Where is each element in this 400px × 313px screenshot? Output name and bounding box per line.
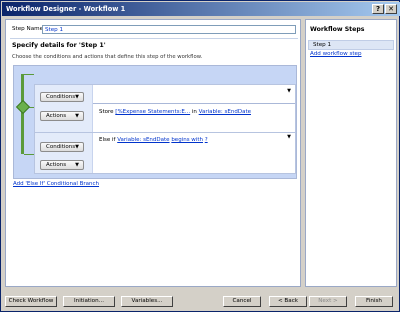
check-workflow-button[interactable]: Check Workflow <box>5 296 57 307</box>
conditions-button[interactable]: Conditions ▼ <box>40 142 84 152</box>
workflow-step-item[interactable]: Step 1 <box>308 40 394 50</box>
actions-button-label: Actions <box>46 113 67 119</box>
step-name-label: Step Name: <box>12 26 45 32</box>
branch-menu-icon[interactable]: ▼ <box>287 134 291 140</box>
add-workflow-step-link[interactable]: Add workflow step <box>310 51 362 57</box>
branch-if: Conditions ▼ Actions ▼ ▼ Store [%Expense… <box>34 84 296 138</box>
back-button[interactable]: < Back <box>269 296 307 307</box>
details-subtitle: Choose the conditions and actions that d… <box>12 54 203 60</box>
action-sentence: Store [%Expense Statements:E... in Varia… <box>99 109 251 115</box>
actions-button-label: Actions <box>46 162 67 168</box>
conditions-button[interactable]: Conditions ▼ <box>40 92 84 102</box>
chevron-down-icon: ▼ <box>75 113 79 119</box>
conditions-button-label: Conditions <box>46 144 76 150</box>
action-variable-link[interactable]: Variable: sEndDate <box>199 109 251 115</box>
connector-line <box>24 154 34 155</box>
close-button[interactable]: ✕ <box>385 4 397 14</box>
step-editor-panel: Step Name: Specify details for 'Step 1' … <box>5 19 301 287</box>
workflow-steps-panel: Workflow Steps Step 1 Add workflow step <box>305 19 397 287</box>
actions-button[interactable]: Actions ▼ <box>40 111 84 121</box>
condition-operator-link[interactable]: begins with <box>171 137 203 143</box>
step-name-row: Step Name: <box>12 25 296 35</box>
help-button[interactable]: ? <box>372 4 384 14</box>
branch-menu-icon[interactable]: ▼ <box>287 88 291 94</box>
step-name-input[interactable] <box>42 25 296 34</box>
branch-controls: Conditions ▼ Actions ▼ <box>35 133 93 173</box>
connector-line <box>24 74 34 75</box>
chevron-down-icon: ▼ <box>75 94 79 100</box>
action-mid: in <box>191 109 197 115</box>
action-prefix: Store <box>99 109 114 115</box>
title-bar: Workflow Designer - Workflow 1 ? ✕ <box>2 2 400 16</box>
window-title: Workflow Designer - Workflow 1 <box>6 5 126 13</box>
conditional-block: Conditions ▼ Actions ▼ ▼ Store [%Expense… <box>13 65 297 179</box>
else-prefix: Else if <box>99 137 116 143</box>
condition-value-link[interactable]: ? <box>205 137 208 143</box>
finish-button[interactable]: Finish <box>355 296 393 307</box>
divider <box>10 38 298 39</box>
action-value-link[interactable]: [%Expense Statements:E... <box>115 109 190 115</box>
condition-variable-link[interactable]: Variable: sEndDate <box>117 137 169 143</box>
cancel-button[interactable]: Cancel <box>223 296 261 307</box>
button-bar: Check Workflow Initiation... Variables..… <box>1 289 400 313</box>
next-button[interactable]: Next > <box>309 296 347 307</box>
actions-button[interactable]: Actions ▼ <box>40 160 84 170</box>
add-else-if-branch-link[interactable]: Add 'Else If' Conditional Branch <box>13 181 99 187</box>
workflow-steps-title: Workflow Steps <box>310 26 365 33</box>
condition-diamond-icon <box>15 99 31 115</box>
initiation-button[interactable]: Initiation... <box>63 296 115 307</box>
branch-controls: Conditions ▼ Actions ▼ <box>35 85 93 137</box>
conditions-button-label: Conditions <box>46 94 76 100</box>
chevron-down-icon: ▼ <box>75 162 79 168</box>
chevron-down-icon: ▼ <box>75 144 79 150</box>
condition-sentence: Else if Variable: sEndDate begins with ? <box>99 137 208 143</box>
details-title: Specify details for 'Step 1' <box>12 42 106 49</box>
branch-else-if: Conditions ▼ Actions ▼ ▼ Else if Variabl… <box>34 132 296 174</box>
variables-button[interactable]: Variables... <box>121 296 173 307</box>
row-separator <box>93 103 295 104</box>
workflow-designer-window: Workflow Designer - Workflow 1 ? ✕ Step … <box>0 0 400 312</box>
